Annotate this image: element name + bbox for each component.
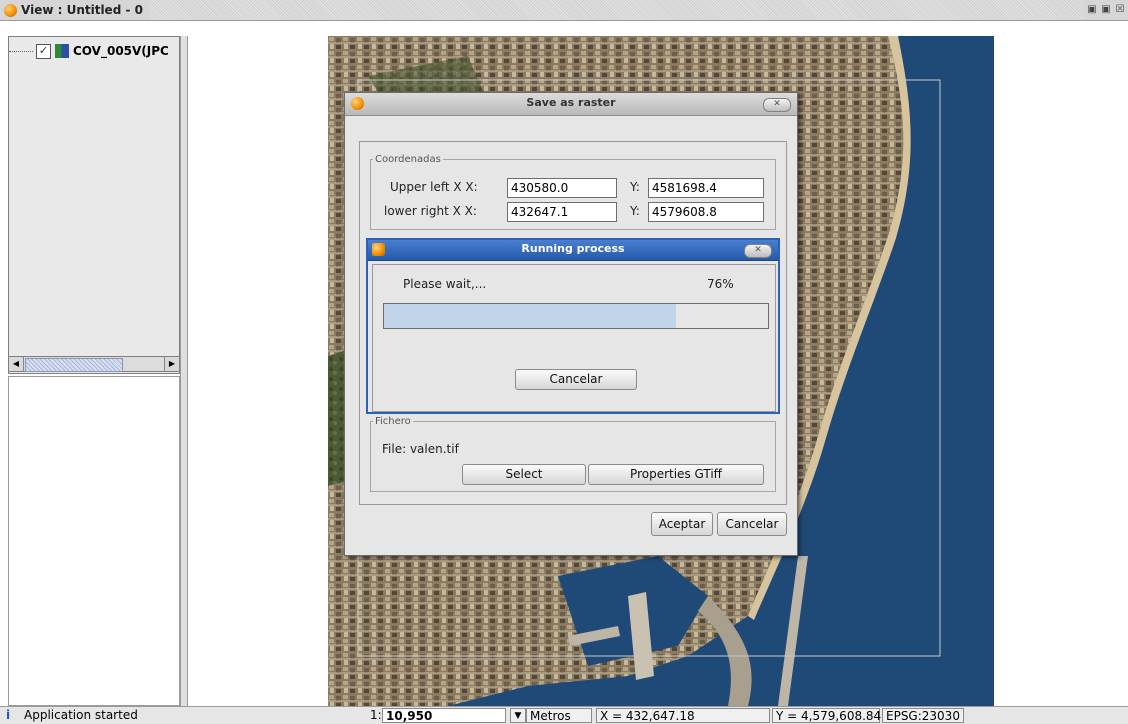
coordinates-legend: Coordenadas: [375, 154, 441, 165]
lower-right-x-field[interactable]: 432647.1: [507, 202, 617, 222]
upper-left-x-field[interactable]: 430580.0: [507, 178, 617, 198]
scroll-right-icon[interactable]: ▶: [164, 357, 179, 371]
layer-visibility-checkbox[interactable]: ✓: [36, 43, 51, 59]
crs-label: EPSG:23030: [882, 708, 964, 723]
file-legend: Fichero: [375, 416, 411, 427]
scroll-left-icon[interactable]: ◀: [9, 357, 24, 371]
cancel-process-button[interactable]: Cancelar: [515, 369, 637, 390]
progress-bar: [383, 303, 769, 329]
lower-right-label: lower right X X:: [384, 204, 477, 218]
scale-input[interactable]: 10,950: [382, 708, 506, 723]
title-group: View : Untitled - 0: [0, 0, 149, 20]
panel-splitter[interactable]: [180, 36, 188, 706]
file-name-label: File: valen.tif: [382, 442, 459, 456]
select-file-button[interactable]: Select: [462, 464, 586, 485]
upper-left-label: Upper left X X:: [390, 180, 478, 194]
cancel-button[interactable]: Cancelar: [717, 512, 787, 536]
status-bar: i Application started 1: 10,950 ▼ Metros…: [0, 706, 1128, 724]
properties-gtiff-button[interactable]: Properties GTiff: [588, 464, 764, 485]
window-title: View : Untitled - 0: [21, 3, 143, 17]
close-icon[interactable]: ✕: [744, 244, 772, 258]
dialog-title: Save as raster: [526, 96, 616, 109]
lower-right-y-label: Y:: [630, 204, 640, 218]
running-process-dialog[interactable]: Running process ✕ Please wait,... 76% Ca…: [366, 238, 780, 414]
info-icon: i: [6, 708, 11, 722]
locator-map[interactable]: [8, 376, 180, 706]
process-title: Running process: [521, 242, 625, 255]
layer-label: COV_005V(JPC: [73, 44, 168, 58]
wait-message: Please wait,...: [403, 277, 487, 291]
scale-prefix: 1:: [370, 708, 382, 722]
units-label: Metros: [526, 708, 592, 723]
accept-button[interactable]: Aceptar: [651, 512, 713, 536]
progress-percent: 76%: [707, 277, 734, 291]
raster-layer-icon: [55, 44, 69, 58]
lower-right-y-field[interactable]: 4579608.8: [648, 202, 764, 222]
upper-left-y-label: Y:: [630, 180, 640, 194]
x-coordinate: X = 432,647.18: [596, 708, 770, 723]
process-titlebar[interactable]: Running process ✕: [368, 240, 778, 261]
y-coordinate: Y = 4,579,608.84: [772, 708, 881, 723]
toc-horizontal-scrollbar[interactable]: ◀ ▶: [8, 356, 180, 372]
close-icon[interactable]: ✕: [763, 98, 791, 112]
maximize-icon[interactable]: ▣: [1100, 4, 1112, 16]
close-icon[interactable]: ☒: [1114, 4, 1126, 16]
scroll-thumb[interactable]: [25, 358, 123, 372]
process-body: Please wait,... 76% Cancelar: [372, 264, 776, 412]
dialog-titlebar[interactable]: Save as raster ✕: [345, 93, 797, 116]
table-of-contents[interactable]: ✓ COV_005V(JPC: [8, 36, 180, 374]
tree-connector: [9, 50, 33, 52]
status-message: Application started: [24, 708, 138, 722]
progress-fill: [384, 304, 676, 328]
window-controls: ▣ ▣ ☒: [1084, 0, 1128, 20]
window-titlebar[interactable]: View : Untitled - 0 ▣ ▣ ☒: [0, 0, 1128, 21]
upper-left-y-field[interactable]: 4581698.4: [648, 178, 764, 198]
gvsig-logo-icon: [4, 3, 17, 17]
minimize-icon[interactable]: ▣: [1086, 4, 1098, 16]
layer-item[interactable]: ✓ COV_005V(JPC: [9, 43, 168, 59]
units-dropdown-icon[interactable]: ▼: [510, 708, 526, 723]
